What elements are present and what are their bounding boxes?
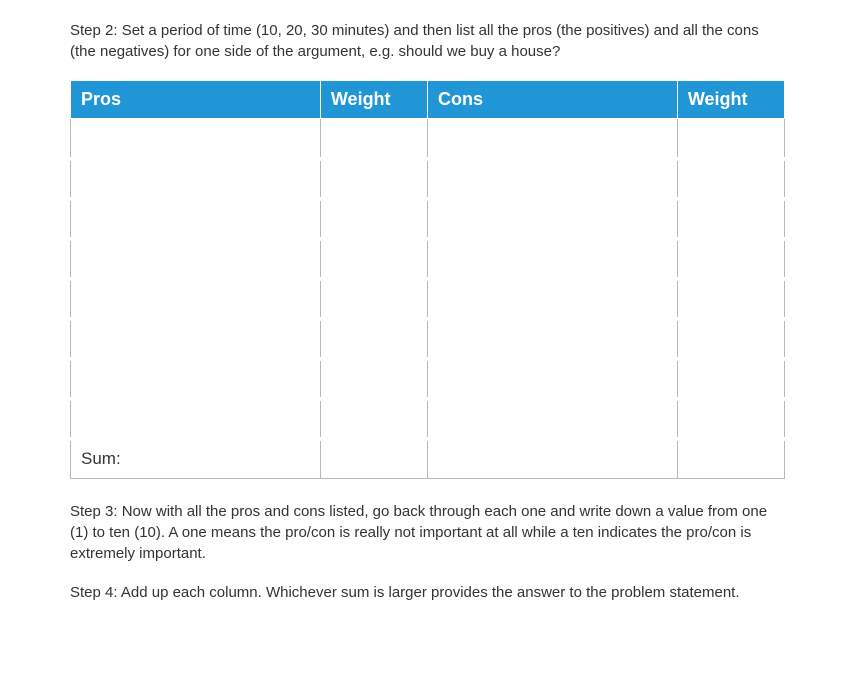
- cell-con[interactable]: [427, 119, 677, 159]
- cell-pro[interactable]: [71, 119, 321, 159]
- table-row: [71, 239, 785, 279]
- cell-con-weight[interactable]: [677, 239, 784, 279]
- table-header-row: Pros Weight Cons Weight: [71, 81, 785, 119]
- cell-con-weight[interactable]: [677, 279, 784, 319]
- step2-text: Step 2: Set a period of time (10, 20, 30…: [70, 20, 785, 62]
- cell-pro[interactable]: [71, 239, 321, 279]
- table-sum-row: Sum:: [71, 439, 785, 479]
- cell-sum-con[interactable]: [427, 439, 677, 479]
- cell-con[interactable]: [427, 159, 677, 199]
- table-row: [71, 199, 785, 239]
- cell-pro[interactable]: [71, 159, 321, 199]
- pros-cons-table: Pros Weight Cons Weight: [70, 80, 785, 479]
- cell-pro[interactable]: [71, 399, 321, 439]
- cell-pro[interactable]: [71, 319, 321, 359]
- cell-con-weight[interactable]: [677, 199, 784, 239]
- cell-con-weight[interactable]: [677, 159, 784, 199]
- table-row: [71, 399, 785, 439]
- cell-con[interactable]: [427, 279, 677, 319]
- cell-pro-weight[interactable]: [320, 239, 427, 279]
- cell-con[interactable]: [427, 359, 677, 399]
- cell-pro-weight[interactable]: [320, 279, 427, 319]
- cell-con-weight[interactable]: [677, 399, 784, 439]
- step4-text: Step 4: Add up each column. Whichever su…: [70, 582, 785, 603]
- table-row: [71, 279, 785, 319]
- cell-con[interactable]: [427, 199, 677, 239]
- table-row: [71, 359, 785, 399]
- header-pros: Pros: [71, 81, 321, 119]
- cell-pro[interactable]: [71, 279, 321, 319]
- header-pros-weight: Weight: [320, 81, 427, 119]
- table-row: [71, 159, 785, 199]
- cell-con[interactable]: [427, 319, 677, 359]
- cell-con-weight[interactable]: [677, 119, 784, 159]
- table-row: [71, 319, 785, 359]
- cell-pro[interactable]: [71, 199, 321, 239]
- cell-con-weight[interactable]: [677, 319, 784, 359]
- cell-pro-weight[interactable]: [320, 319, 427, 359]
- cell-pro-weight[interactable]: [320, 199, 427, 239]
- header-cons-weight: Weight: [677, 81, 784, 119]
- cell-pro[interactable]: [71, 359, 321, 399]
- table-row: [71, 119, 785, 159]
- cell-pro-weight[interactable]: [320, 119, 427, 159]
- cell-pro-weight[interactable]: [320, 159, 427, 199]
- cell-con[interactable]: [427, 239, 677, 279]
- cell-pro-weight[interactable]: [320, 399, 427, 439]
- cell-pro-weight[interactable]: [320, 359, 427, 399]
- step3-text: Step 3: Now with all the pros and cons l…: [70, 501, 785, 564]
- cell-con[interactable]: [427, 399, 677, 439]
- cell-sum-pro-weight[interactable]: [320, 439, 427, 479]
- cell-con-weight[interactable]: [677, 359, 784, 399]
- header-cons: Cons: [427, 81, 677, 119]
- cell-sum-con-weight[interactable]: [677, 439, 784, 479]
- cell-sum-label: Sum:: [71, 439, 321, 479]
